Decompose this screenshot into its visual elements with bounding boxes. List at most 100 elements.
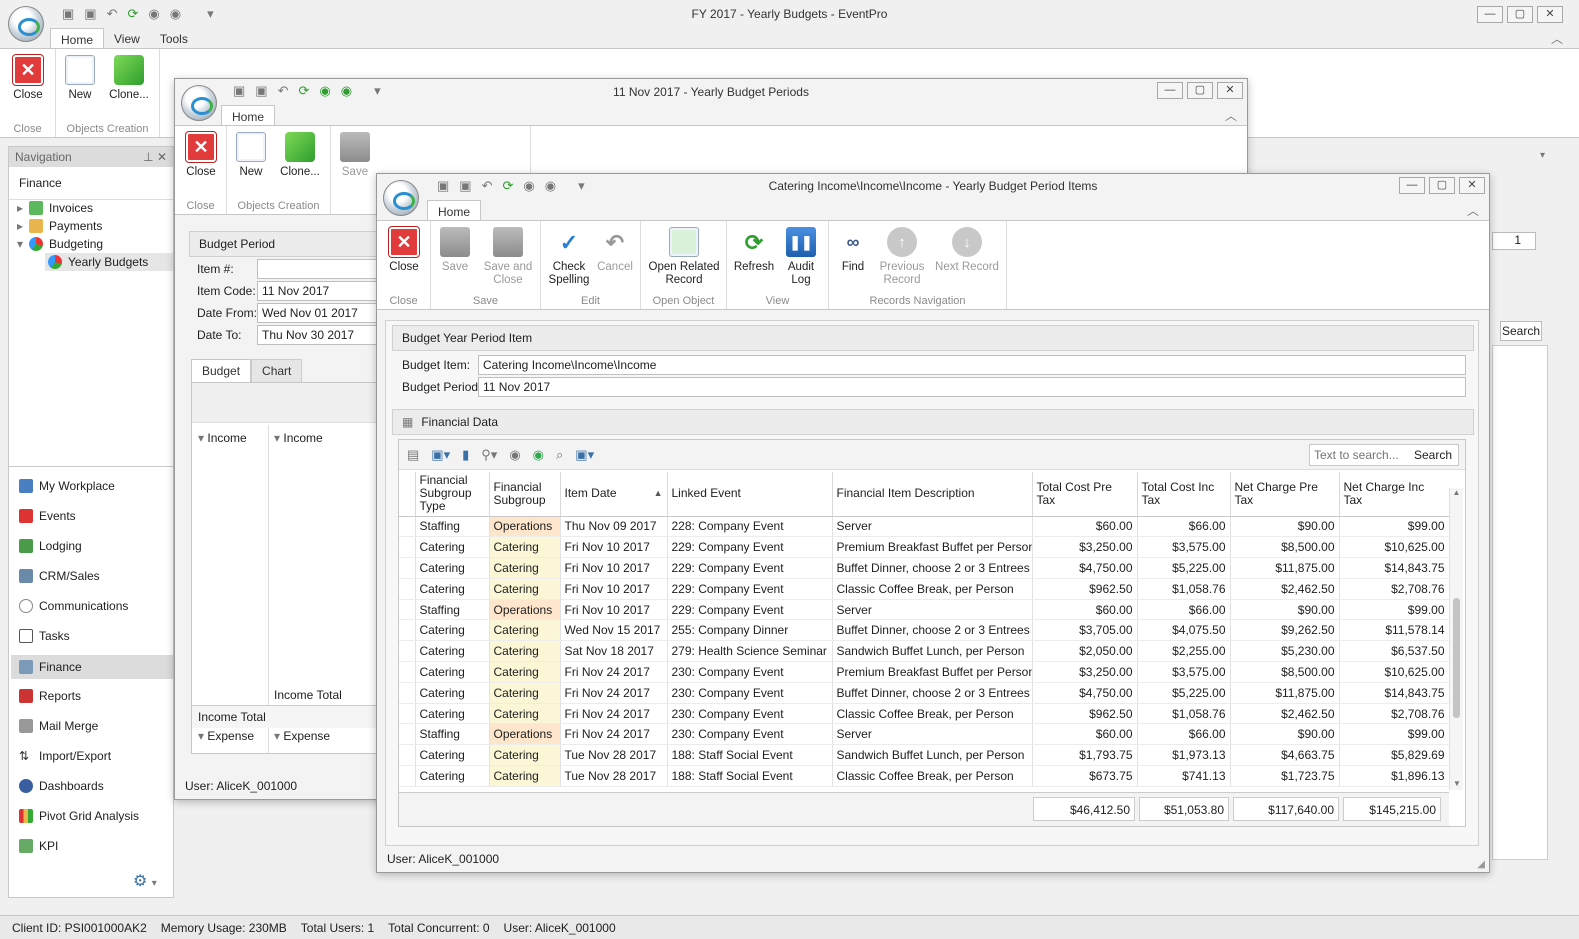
row-indicator[interactable]: [399, 682, 416, 704]
cell-description[interactable]: Buffet Dinner, choose 2 or 3 Entrees: [832, 619, 1033, 642]
table-row[interactable]: Catering Catering Fri Nov 10 2017 229: Comp…: [399, 536, 1449, 559]
cell-subgroup-type[interactable]: Catering: [415, 703, 490, 725]
cell-total-cost-pre-tax[interactable]: $962.50: [1032, 703, 1138, 725]
cell-net-charge-inc-tax[interactable]: $14,843.75: [1339, 682, 1449, 704]
grid-layout-icon[interactable]: ▮: [462, 447, 469, 463]
module-lodging[interactable]: Lodging: [19, 539, 82, 553]
save-button[interactable]: Save: [437, 227, 473, 274]
cell-description[interactable]: Server: [832, 599, 1033, 621]
cell-subgroup[interactable]: Operations: [489, 723, 561, 746]
cell-linked-event[interactable]: 230: Company Event: [667, 703, 833, 725]
cell-subgroup[interactable]: Catering: [489, 578, 561, 600]
periods-close-button[interactable]: ✕ Close: [183, 132, 219, 179]
cell-item-date[interactable]: Fri Nov 10 2017: [560, 599, 668, 621]
module-mail-merge[interactable]: Mail Merge: [19, 719, 98, 733]
main-collapse-icon[interactable]: ▾: [1540, 150, 1545, 161]
table-row[interactable]: Catering Catering Tue Nov 28 2017 188: Staf…: [399, 744, 1449, 767]
periods-ribbon-collapse-icon[interactable]: ︿: [1225, 107, 1237, 124]
cell-subgroup[interactable]: Catering: [489, 703, 561, 725]
cell-subgroup[interactable]: Catering: [489, 619, 561, 642]
collapse-icon[interactable]: ▾: [198, 431, 207, 445]
cell-net-charge-inc-tax[interactable]: $99.00: [1339, 723, 1449, 746]
cell-subgroup-type[interactable]: Catering: [415, 744, 490, 767]
cell-total-cost-pre-tax[interactable]: $3,250.00: [1032, 536, 1138, 559]
cell-subgroup[interactable]: Catering: [489, 682, 561, 704]
close-window-button[interactable]: ✕: [1217, 82, 1243, 99]
cell-net-charge-pre-tax[interactable]: $90.00: [1230, 599, 1340, 621]
cell-subgroup-type[interactable]: Catering: [415, 557, 490, 579]
cell-total-cost-pre-tax[interactable]: $1,793.75: [1032, 744, 1138, 767]
close-window-button[interactable]: ✕: [1459, 177, 1485, 194]
budget-item-field[interactable]: Catering Income\Income\Income: [478, 355, 1466, 375]
column-header-subgroup[interactable]: Financial Subgroup: [489, 472, 561, 517]
cell-linked-event[interactable]: 229: Company Event: [667, 599, 833, 621]
refresh-button[interactable]: ⟳ Refresh: [731, 227, 777, 274]
cell-total-cost-pre-tax[interactable]: $962.50: [1032, 578, 1138, 600]
cell-net-charge-inc-tax[interactable]: $99.00: [1339, 599, 1449, 621]
minimize-button[interactable]: —: [1157, 82, 1183, 99]
cell-total-cost-inc-tax[interactable]: $4,075.50: [1137, 619, 1231, 642]
module-pivot-grid[interactable]: Pivot Grid Analysis: [19, 809, 139, 823]
maximize-button[interactable]: ▢: [1187, 82, 1213, 99]
cell-net-charge-inc-tax[interactable]: $11,578.14: [1339, 619, 1449, 642]
cell-linked-event[interactable]: 188: Staff Social Event: [667, 744, 833, 767]
grid-down-icon[interactable]: ◉: [533, 447, 544, 463]
column-header-description[interactable]: Financial Item Description: [832, 472, 1033, 517]
cell-total-cost-inc-tax[interactable]: $5,225.00: [1137, 557, 1231, 579]
cell-total-cost-pre-tax[interactable]: $60.00: [1032, 516, 1138, 538]
cell-net-charge-pre-tax[interactable]: $90.00: [1230, 516, 1340, 538]
save-and-close-button[interactable]: Save and Close: [479, 227, 537, 287]
cell-net-charge-pre-tax[interactable]: $8,500.00: [1230, 661, 1340, 683]
cell-net-charge-inc-tax[interactable]: $10,625.00: [1339, 661, 1449, 683]
budget-period-field[interactable]: 11 Nov 2017: [478, 377, 1466, 397]
module-my-workplace[interactable]: My Workplace: [19, 479, 115, 493]
table-row[interactable]: Catering Catering Fri Nov 24 2017 230: Comp…: [399, 682, 1449, 704]
cell-description[interactable]: Sandwich Buffet Lunch, per Person: [832, 640, 1033, 663]
cell-item-date[interactable]: Fri Nov 24 2017: [560, 703, 668, 725]
cell-subgroup-type[interactable]: Staffing: [415, 516, 490, 538]
cell-net-charge-inc-tax[interactable]: $2,708.76: [1339, 703, 1449, 725]
next-record-button[interactable]: ↓ Next Record: [933, 227, 1001, 274]
cell-total-cost-inc-tax[interactable]: $1,058.76: [1137, 703, 1231, 725]
tree-item-yearly-budgets[interactable]: Yearly Budgets: [45, 253, 173, 271]
row-indicator[interactable]: [399, 744, 416, 767]
main-ribbon-collapse-icon[interactable]: ︿: [1551, 30, 1563, 47]
find-button[interactable]: ∞ Find: [833, 227, 873, 274]
pivot-row-expense-2[interactable]: ▾ Expense: [274, 729, 330, 743]
row-indicator[interactable]: [399, 619, 416, 642]
cell-linked-event[interactable]: 230: Company Event: [667, 682, 833, 704]
maximize-button[interactable]: ▢: [1507, 6, 1533, 23]
row-indicator[interactable]: [399, 516, 416, 538]
cell-subgroup-type[interactable]: Staffing: [415, 599, 490, 621]
cell-description[interactable]: Premium Breakfast Buffet per Person: [832, 661, 1033, 683]
cell-total-cost-inc-tax[interactable]: $3,575.00: [1137, 536, 1231, 559]
cell-total-cost-inc-tax[interactable]: $1,058.76: [1137, 578, 1231, 600]
column-header-net-charge-pre-tax[interactable]: Net Charge Pre Tax: [1230, 472, 1340, 517]
main-search-button[interactable]: Search: [1500, 321, 1542, 341]
tree-item-payments[interactable]: ▸ Payments: [17, 219, 102, 233]
resize-grip-icon[interactable]: ◢: [1477, 859, 1485, 870]
cell-subgroup-type[interactable]: Catering: [415, 661, 490, 683]
tab-chart[interactable]: Chart: [251, 359, 303, 383]
row-indicator[interactable]: [399, 765, 416, 787]
main-new-button[interactable]: New: [62, 55, 98, 102]
table-row[interactable]: Catering Catering Sat Nov 18 2017 279: Heal…: [399, 640, 1449, 663]
scroll-thumb[interactable]: [1453, 598, 1460, 718]
cell-linked-event[interactable]: 230: Company Event: [667, 661, 833, 683]
cell-subgroup-type[interactable]: Catering: [415, 619, 490, 642]
item-no-field[interactable]: [257, 259, 377, 279]
column-header-net-charge-inc-tax[interactable]: Net Charge Inc Tax: [1339, 472, 1449, 517]
pivot-row-expense-1[interactable]: ▾ Expense: [198, 729, 254, 743]
cell-item-date[interactable]: Fri Nov 10 2017: [560, 578, 668, 600]
cell-item-date[interactable]: Wed Nov 15 2017: [560, 619, 668, 642]
cell-net-charge-pre-tax[interactable]: $5,230.00: [1230, 640, 1340, 663]
cell-net-charge-inc-tax[interactable]: $1,896.13: [1339, 765, 1449, 787]
cell-total-cost-pre-tax[interactable]: $3,705.00: [1032, 619, 1138, 642]
cell-subgroup[interactable]: Catering: [489, 557, 561, 579]
date-to-field[interactable]: Thu Nov 30 2017: [257, 325, 377, 345]
cell-total-cost-inc-tax[interactable]: $2,255.00: [1137, 640, 1231, 663]
cell-total-cost-inc-tax[interactable]: $741.13: [1137, 765, 1231, 787]
cell-net-charge-inc-tax[interactable]: $14,843.75: [1339, 557, 1449, 579]
periods-clone-button[interactable]: Clone...: [277, 132, 323, 179]
cell-net-charge-pre-tax[interactable]: $8,500.00: [1230, 536, 1340, 559]
